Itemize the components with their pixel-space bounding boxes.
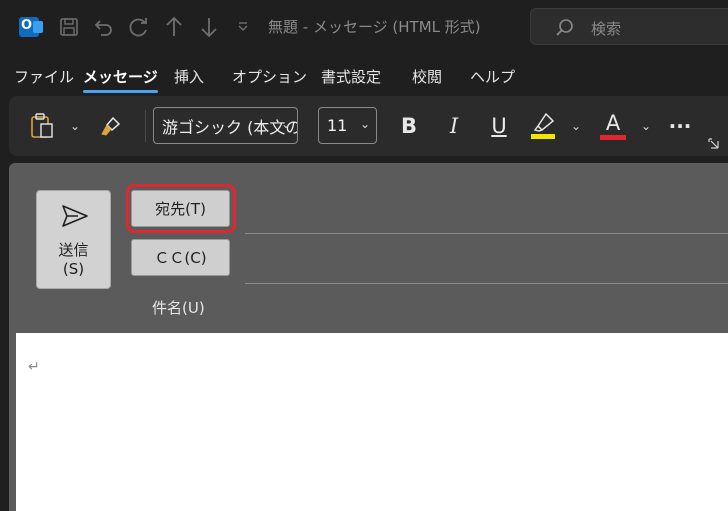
highlight-chevron-icon[interactable]: ⌄ (569, 96, 583, 156)
font-name-value: 游ゴシック (本文の (162, 117, 298, 137)
tab-insert[interactable]: 挿入 (174, 66, 204, 87)
send-label: 送信 (S) (37, 241, 110, 279)
paste-dropdown-chevron-icon[interactable]: ⌄ (67, 96, 83, 156)
font-size-value: 11 (327, 116, 348, 135)
font-size-chevron-icon: ⌄ (359, 117, 370, 131)
menu-bar: ファイル メッセージ 挿入 オプション 書式設定 校閲 ヘルプ (0, 60, 728, 94)
tab-help[interactable]: ヘルプ (470, 66, 515, 87)
tab-format[interactable]: 書式設定 (321, 66, 381, 87)
undo-icon[interactable] (90, 14, 116, 40)
font-color-button[interactable]: A (598, 96, 628, 156)
dialog-launcher-icon[interactable] (707, 136, 719, 150)
subject-label: 件名(U) (152, 299, 205, 317)
italic-button[interactable]: I (441, 96, 467, 156)
send-label-line2: (S) (62, 260, 85, 278)
customize-chevron-icon[interactable] (230, 14, 256, 40)
highlight-button[interactable] (527, 96, 559, 156)
tab-message[interactable]: メッセージ (83, 66, 158, 93)
ribbon-divider (145, 110, 146, 142)
compose-header: 送信 (S) 宛先(T) ＣＣ(C) 件名(U) ↵ (9, 163, 728, 511)
save-icon[interactable] (56, 14, 82, 40)
font-color-letter: A (605, 111, 621, 135)
redo-icon[interactable] (126, 14, 152, 40)
paragraph-mark: ↵ (28, 359, 40, 375)
underline-button[interactable]: U (486, 96, 512, 156)
cc-button[interactable]: ＣＣ(C) (131, 239, 230, 276)
outlook-icon (16, 14, 43, 40)
font-color-swatch (600, 135, 626, 140)
search-input[interactable]: 検索 (530, 8, 728, 45)
search-icon (555, 18, 575, 42)
more-options-button[interactable]: ··· (666, 96, 694, 156)
send-label-line1: 送信 (58, 241, 89, 259)
window-title: 無題 - メッセージ (HTML 形式) (268, 18, 481, 36)
tab-file[interactable]: ファイル (14, 66, 74, 87)
font-color-chevron-icon[interactable]: ⌄ (639, 96, 653, 156)
paste-icon[interactable] (27, 96, 57, 156)
title-bar: 無題 - メッセージ (HTML 形式) 検索 (0, 0, 728, 56)
format-painter-icon[interactable] (97, 96, 125, 156)
cc-input[interactable] (245, 283, 728, 284)
message-body[interactable]: ↵ (16, 333, 728, 511)
font-size-select[interactable]: 11 ⌄ (318, 107, 377, 144)
search-placeholder: 検索 (591, 20, 622, 38)
to-button[interactable]: 宛先(T) (131, 190, 230, 227)
font-name-select[interactable]: 游ゴシック (本文の ⌄ (153, 107, 298, 144)
ribbon: ⌄ 游ゴシック (本文の ⌄ 11 ⌄ B I U ⌄ A ⌄ ··· (9, 96, 728, 156)
bold-button[interactable]: B (396, 96, 422, 156)
send-button[interactable]: 送信 (S) (36, 190, 111, 289)
font-name-chevron-icon: ⌄ (280, 117, 291, 131)
down-arrow-icon[interactable] (196, 14, 222, 40)
tab-review[interactable]: 校閲 (412, 66, 442, 87)
tab-options[interactable]: オプション (232, 66, 307, 87)
up-arrow-icon[interactable] (161, 14, 187, 40)
to-input[interactable] (245, 233, 728, 234)
